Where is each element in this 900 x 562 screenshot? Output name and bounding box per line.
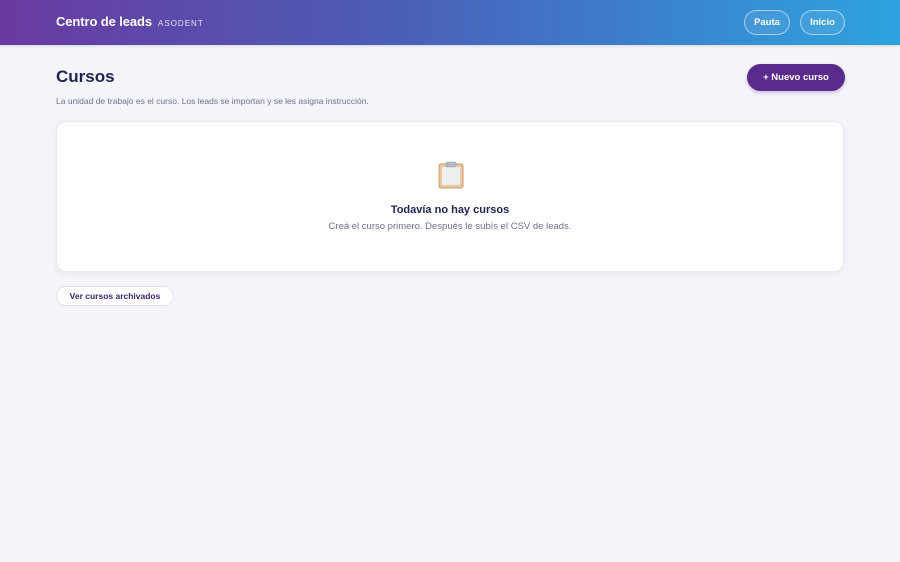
view-archived-courses-button[interactable]: Ver cursos archivados bbox=[56, 286, 174, 306]
clipboard-icon bbox=[438, 161, 464, 189]
empty-state-message: Creá el curso primero. Después le subís … bbox=[328, 221, 572, 232]
app-title: Centro de leads bbox=[56, 14, 153, 29]
page-title: Cursos bbox=[56, 67, 115, 86]
empty-state-title: Todavía no hay cursos bbox=[390, 204, 510, 216]
nav-pauta-button[interactable]: Pauta bbox=[744, 10, 790, 35]
empty-state-card: Todavía no hay cursos Creá el curso prim… bbox=[56, 121, 844, 272]
new-course-button[interactable]: + Nuevo curso bbox=[747, 64, 845, 91]
top-header: Centro de leads ASODENT Pauta Inicio bbox=[0, 0, 900, 45]
org-name: ASODENT bbox=[158, 19, 204, 28]
page-description: La unidad de trabajo es el curso. Los le… bbox=[56, 96, 369, 106]
nav-inicio-button[interactable]: Inicio bbox=[800, 10, 845, 35]
brand: Centro de leads ASODENT bbox=[56, 14, 204, 29]
